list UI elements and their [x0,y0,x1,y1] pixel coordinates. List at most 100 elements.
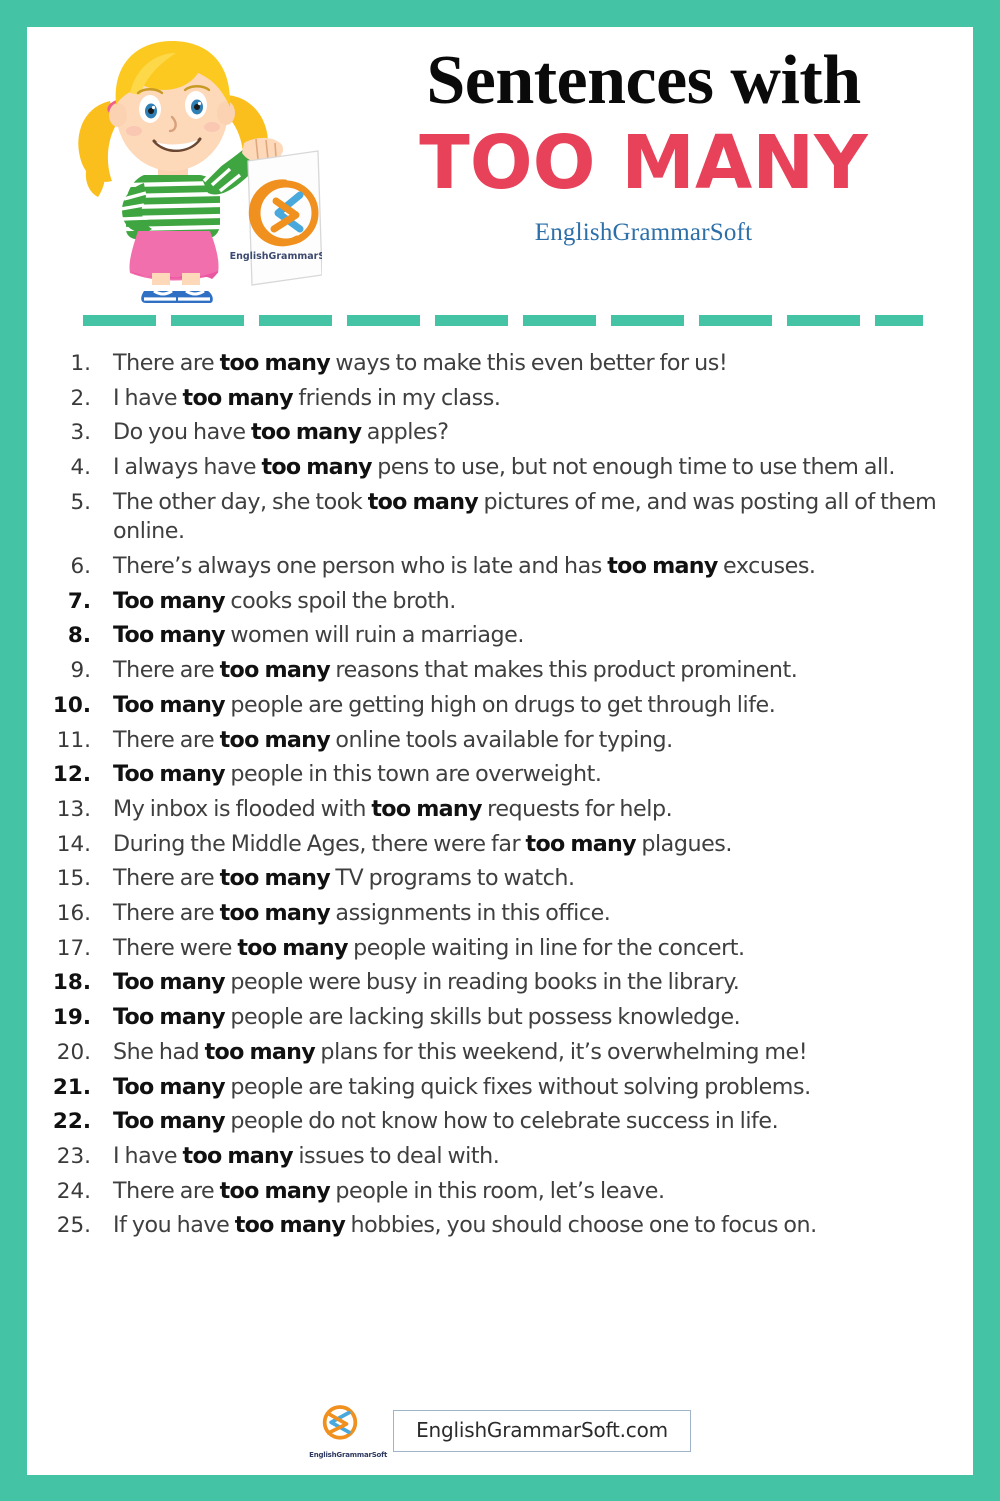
sentence-suffix: ways to make this even better for us! [330,350,728,376]
sentence-keyword: Too many [113,761,226,788]
list-item: 4. I always have too many pens to use, bu… [45,453,957,483]
list-item-number: 1. [70,351,91,376]
list-item: 12. Too many people in this town are over… [45,760,957,790]
list-item-number: 16. [56,901,91,927]
sentence-prefix: During the Middle Ages, there were far [113,830,526,857]
sentence-keyword: too many [219,1177,331,1204]
sentence-suffix: people were busy in reading books in the… [224,969,740,996]
sentence-prefix: There are [113,657,220,684]
poster-panel: EnglishGrammarSoft Sentences with TOO MA… [27,27,973,1475]
sentence-suffix: plans for this weekend, it’s overwhelmin… [315,1038,808,1065]
list-item-number: 6. [70,554,91,580]
list-item: 21. Too many people are taking quick fixe… [45,1073,957,1103]
sentence-suffix: hobbies, you should choose one to focus … [345,1212,818,1239]
sentence-list: 1. There are too many ways to make this e… [45,349,957,1383]
sentence-suffix: people do not know how to celebrate succ… [224,1108,779,1135]
sentence-prefix: There are [113,726,220,753]
list-item: 17. There were too many people waiting in… [45,934,957,964]
page-subtitle: EnglishGrammarSoft [534,219,753,247]
sentence-prefix: Do you have [113,419,252,446]
list-item-sentence: Too many people are taking quick fixes w… [113,1073,957,1103]
list-item-number: 2. [70,385,91,411]
list-item-number: 15. [56,866,91,892]
sentence-keyword: Too many [113,691,226,718]
list-item: 1. There are too many ways to make this e… [45,349,957,379]
sentence-keyword: too many [182,384,294,411]
list-item-sentence: There are too many reasons that makes th… [113,656,957,686]
list-item-sentence: The other day, she took too many picture… [113,488,957,547]
sentence-keyword: too many [182,1142,294,1169]
list-item-sentence: There were too many people waiting in li… [113,934,957,964]
list-item-number: 18. [52,970,91,996]
list-item: 9. There are too many reasons that makes … [45,656,957,686]
list-item: 5. The other day, she took too many pictu… [45,488,957,547]
sentence-prefix: She had [113,1038,205,1065]
footer-url-box[interactable]: EnglishGrammarSoft.com [393,1410,691,1452]
divider-dash [83,315,156,326]
divider-dash [435,315,508,326]
divider-dash [699,315,772,326]
sentence-keyword: too many [219,900,331,927]
list-item-number: 9. [70,658,91,684]
list-item: 20. She had too many plans for this weeke… [45,1038,957,1068]
list-item: 24. There are too many people in this roo… [45,1177,957,1207]
divider-dash [259,315,332,326]
sentence-suffix: people in this room, let’s leave. [330,1177,665,1204]
sentence-suffix: people are taking quick fixes without so… [224,1073,811,1100]
poster-footer: EnglishGrammarSoft EnglishGrammarSoft.co… [27,1403,973,1459]
list-item-number: 14. [56,831,91,857]
sentence-suffix: women will ruin a marriage. [224,622,524,649]
list-item-sentence: There are too many assignments in this o… [113,899,957,929]
list-item: 2. I have too many friends in my class. [45,384,957,414]
sentence-keyword: Too many [113,587,226,614]
sentence-keyword: too many [607,553,718,580]
sentence-keyword: too many [371,795,482,822]
list-item: 7. Too many cooks spoil the broth. [45,587,957,617]
divider-dash [611,315,684,326]
list-item: 23. I have too many issues to deal with. [45,1142,957,1172]
mascot-sign-caption: EnglishGrammarSoft [230,251,322,262]
list-item-number: 17. [56,935,91,961]
sentence-keyword: too many [367,488,479,515]
list-item-number: 7. [67,588,91,614]
list-item-sentence: I have too many friends in my class. [113,384,957,414]
list-item-sentence: During the Middle Ages, there were far t… [113,830,957,860]
list-item-sentence: Too many cooks spoil the broth. [113,587,957,617]
sentence-prefix: There are [113,350,220,376]
sentence-prefix: There were [113,934,238,961]
sentence-prefix: There are [113,1177,220,1204]
list-item-number: 4. [70,455,91,481]
list-item-sentence: Too many people are getting high on drug… [113,691,957,721]
sentence-prefix: If you have [113,1212,235,1239]
list-item-number: 5. [70,489,91,515]
list-item-sentence: If you have too many hobbies, you should… [113,1211,957,1241]
list-item: 25. If you have too many hobbies, you sho… [45,1211,957,1241]
sentence-keyword: Too many [113,1004,226,1031]
list-item-sentence: Do you have too many apples? [113,418,957,448]
sentence-suffix: friends in my class. [292,384,501,411]
list-item: 8. Too many women will ruin a marriage. [45,621,957,651]
poster-header: EnglishGrammarSoft Sentences with TOO MA… [27,27,973,307]
sentence-keyword: too many [219,865,331,892]
sentence-suffix: people in this town are overweight. [224,761,602,788]
sentence-keyword: too many [237,934,348,961]
list-item-sentence: Too many people were busy in reading boo… [113,968,957,998]
list-item-sentence: Too many women will ruin a marriage. [113,621,957,651]
divider-dash [523,315,596,326]
sentence-keyword: too many [204,1038,316,1065]
list-item: 11. There are too many online tools avail… [45,726,957,756]
sentence-suffix: apples? [361,419,449,446]
sentence-prefix: There are [113,865,220,892]
list-item: 6. There’s always one person who is late … [45,552,957,582]
sentence-keyword: too many [234,1212,346,1239]
list-item-number: 8. [67,623,91,649]
sentence-prefix: I always have [113,454,262,481]
poster-root: EnglishGrammarSoft Sentences with TOO MA… [0,0,1000,1501]
list-item-sentence: There are too many people in this room, … [113,1177,957,1207]
footer-logo-caption: EnglishGrammarSoft [309,1451,388,1459]
sentence-prefix: I have [113,384,183,411]
list-item: 13. My inbox is flooded with too many req… [45,795,957,825]
sentence-suffix: reasons that makes this product prominen… [330,657,798,684]
sentence-suffix: cooks spoil the broth. [224,587,456,614]
sentence-keyword: too many [251,419,362,446]
